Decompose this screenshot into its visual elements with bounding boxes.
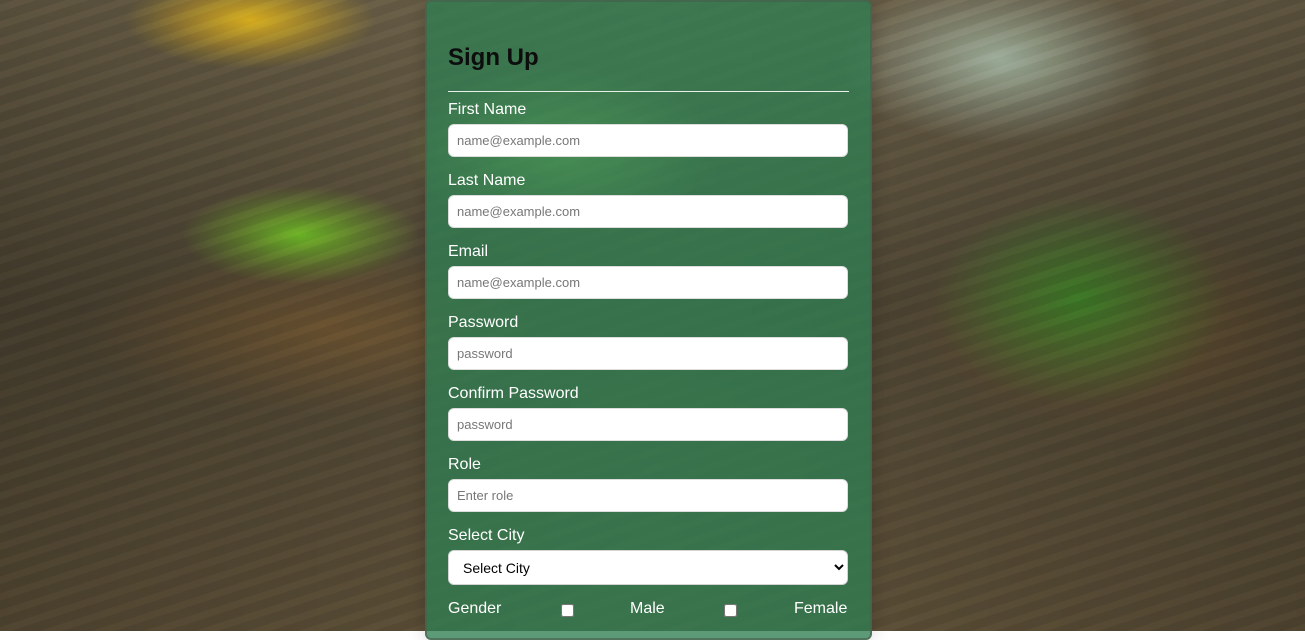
female-label: Female bbox=[794, 600, 848, 617]
role-input[interactable] bbox=[448, 479, 848, 512]
password-label: Password bbox=[448, 314, 519, 331]
female-checkbox[interactable] bbox=[724, 604, 737, 617]
male-checkbox[interactable] bbox=[561, 604, 574, 617]
gender-label: Gender bbox=[448, 600, 502, 617]
title-divider bbox=[448, 91, 849, 92]
gender-row: Gender Male Female bbox=[448, 600, 849, 620]
signup-form: Sign Up First Name Last Name Email Passw… bbox=[425, 0, 872, 640]
last-name-input[interactable] bbox=[448, 195, 848, 228]
role-label: Role bbox=[448, 456, 481, 473]
city-label: Select City bbox=[448, 527, 525, 544]
confirm-password-label: Confirm Password bbox=[448, 385, 579, 402]
last-name-label: Last Name bbox=[448, 172, 526, 189]
password-input[interactable] bbox=[448, 337, 848, 370]
city-select[interactable]: Select City bbox=[448, 550, 848, 585]
page-title: Sign Up bbox=[448, 44, 539, 71]
confirm-password-input[interactable] bbox=[448, 408, 848, 441]
first-name-input[interactable] bbox=[448, 124, 848, 157]
first-name-label: First Name bbox=[448, 101, 527, 118]
email-label: Email bbox=[448, 243, 489, 260]
email-input[interactable] bbox=[448, 266, 848, 299]
male-label: Male bbox=[630, 600, 665, 617]
